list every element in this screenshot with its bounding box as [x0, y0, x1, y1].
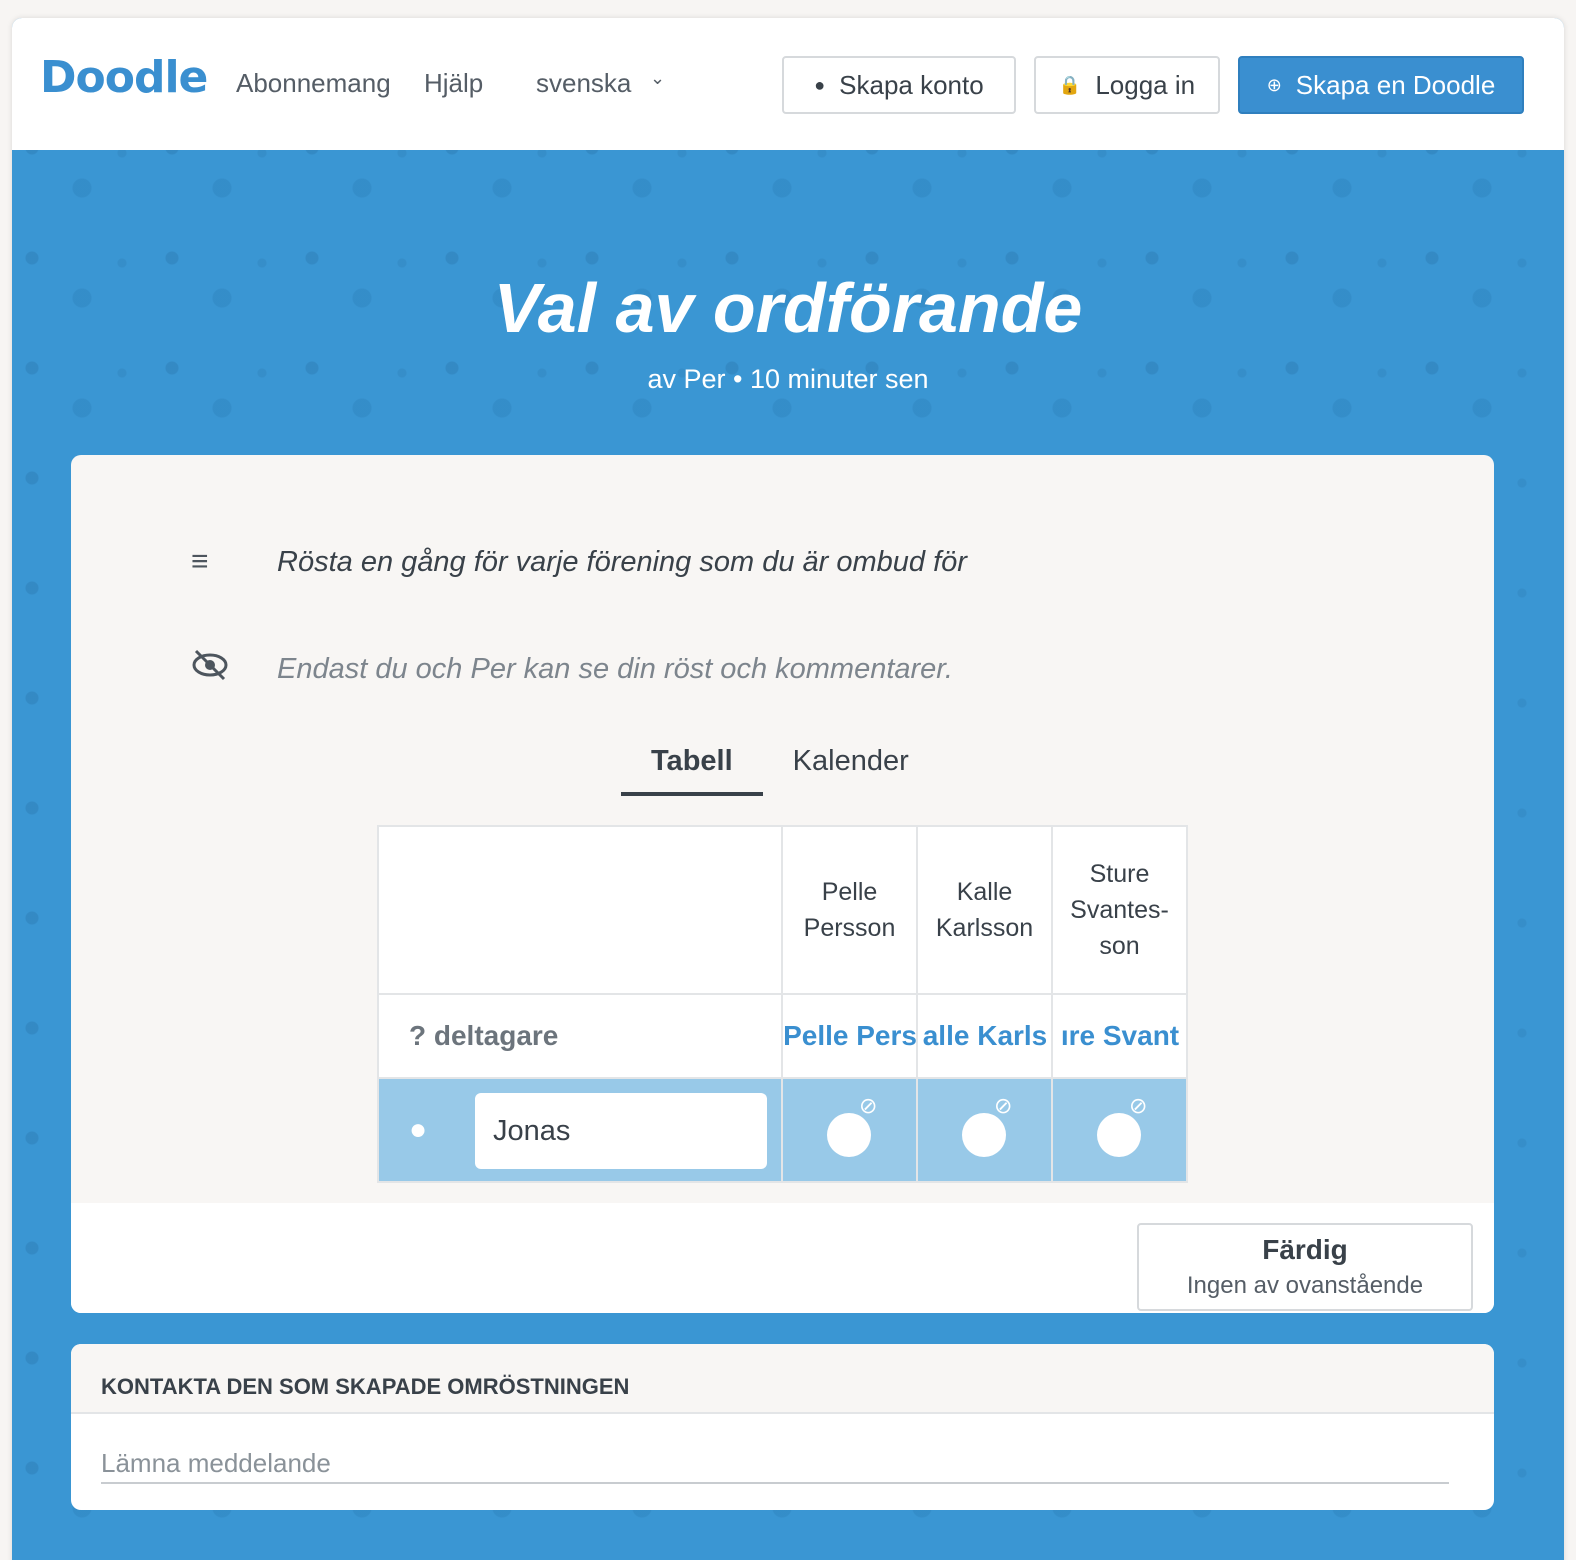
eye-slash-icon [191, 647, 231, 691]
top-navigation-bar: Doodle Abonnemang Hjälp svenska ⌄ ● Skap… [12, 18, 1564, 150]
tab-table[interactable]: Tabell [621, 745, 763, 796]
option-header: Pelle Persson [781, 825, 918, 995]
done-button[interactable]: Färdig Ingen av ovanstående [1137, 1223, 1473, 1311]
create-doodle-label: Skapa en Doodle [1295, 69, 1496, 100]
create-doodle-button[interactable]: ⊕ Skapa en Doodle [1238, 56, 1524, 114]
vote-circle-icon [962, 1113, 1006, 1157]
lock-icon: 🔒 [1058, 74, 1082, 95]
plus-circle-icon: ⊕ [1266, 74, 1282, 95]
eye-slash-icon: ⊘ [859, 1093, 878, 1118]
language-selector[interactable]: svenska [536, 68, 631, 99]
create-account-label: Skapa konto [839, 69, 984, 100]
option-header: Kalle Karlsson [916, 825, 1053, 995]
card-footer: Färdig Ingen av ovanstående [71, 1203, 1494, 1313]
summary-row: ? deltagare Pelle Pers alle Karls ıre Sv… [376, 993, 1189, 1079]
poll-table: Pelle Persson Kalle Karlsson Sture Svant… [376, 825, 1189, 1183]
done-button-subtitle: Ingen av ovanstående [1186, 1272, 1424, 1299]
create-account-button[interactable]: ● Skapa konto [782, 56, 1016, 114]
poll-card: ≡ Rösta en gång för varje förening som d… [71, 455, 1494, 1313]
option-header: Sture Svantes- son [1050, 825, 1189, 995]
participant-name-input[interactable] [475, 1093, 767, 1169]
participant-cell: ● [376, 1077, 784, 1183]
vote-checkbox[interactable]: ⊘ [1050, 1077, 1189, 1183]
view-tabs: Tabell Kalender [621, 745, 939, 796]
eye-slash-icon: ⊘ [1128, 1093, 1148, 1118]
vote-checkbox[interactable]: ⊘ [781, 1077, 918, 1183]
option-summary-label: ıre Svant [1060, 1020, 1180, 1051]
contact-card: KONTAKTA DEN SOM SKAPADE OMRÖSTNINGEN [71, 1344, 1494, 1510]
option-summary: ıre Svant [1050, 993, 1189, 1079]
page-frame: Doodle Abonnemang Hjälp svenska ⌄ ● Skap… [12, 18, 1564, 1560]
option-summary-label: Pelle Pers [783, 1020, 917, 1051]
table-corner-cell [376, 825, 784, 995]
nav-link-hjalp[interactable]: Hjälp [424, 68, 483, 99]
done-button-title: Färdig [1262, 1234, 1348, 1265]
user-vote-row: ● ⊘ ⊘ ⊘ [376, 1077, 1189, 1183]
poll-subtitle: av Per • 10 minuter sen [647, 364, 929, 394]
vote-checkbox[interactable]: ⊘ [916, 1077, 1053, 1183]
tab-calendar[interactable]: Kalender [763, 745, 939, 796]
poll-description: Rösta en gång för varje förening som du … [277, 545, 967, 578]
message-input[interactable] [101, 1444, 1449, 1484]
description-row: ≡ Rösta en gång för varje förening som d… [191, 545, 967, 579]
options-header-row: Pelle Persson Kalle Karlsson Sture Svant… [376, 825, 1189, 995]
option-summary-label: alle Karls [922, 1020, 1048, 1051]
option-summary: Pelle Pers [781, 993, 918, 1079]
poll-title: Val av ordförande [493, 269, 1083, 347]
option-summary: alle Karls [916, 993, 1053, 1079]
privacy-row: Endast du och Per kan se din röst och ko… [191, 647, 953, 691]
participants-count: ? deltagare [376, 993, 784, 1079]
eye-slash-icon: ⊘ [994, 1093, 1013, 1118]
user-icon: ● [814, 74, 826, 95]
login-label: Logga in [1095, 69, 1196, 100]
contact-heading: KONTAKTA DEN SOM SKAPADE OMRÖSTNINGEN [71, 1344, 1494, 1414]
chevron-down-icon[interactable]: ⌄ [650, 68, 665, 89]
privacy-note: Endast du och Per kan se din röst och ko… [277, 652, 953, 685]
vote-circle-icon [1096, 1113, 1141, 1157]
doodle-logo[interactable]: Doodle [40, 52, 208, 103]
nav-link-abonnemang[interactable]: Abonnemang [236, 68, 391, 99]
login-button[interactable]: 🔒 Logga in [1034, 56, 1220, 114]
text-lines-icon: ≡ [191, 545, 209, 578]
vote-circle-icon [827, 1113, 872, 1157]
user-icon: ● [409, 1113, 428, 1146]
